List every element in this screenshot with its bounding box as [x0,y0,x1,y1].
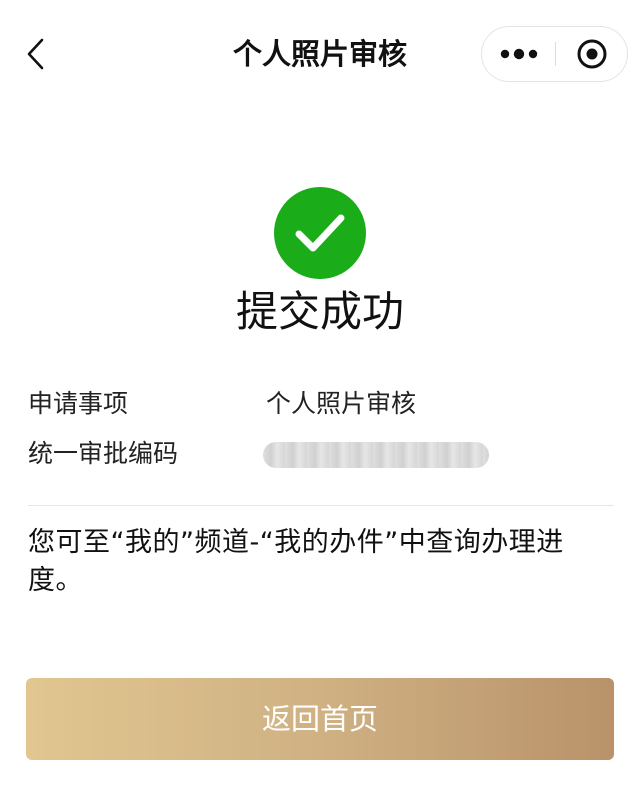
page: 个人照片审核 提交成功 申请事项 个人照片审核 统一审批编码 您可至“我的”频道… [0,0,640,797]
progress-notice: 您可至“我的”频道-“我的办件”中查询办理进度。 [28,527,564,596]
info-label: 申请事项 [28,389,129,418]
success-title: 提交成功 [235,287,404,336]
target-circle-icon [577,39,607,69]
more-button[interactable] [482,27,555,81]
info-row-code: 统一审批编码 [28,436,618,472]
close-button[interactable] [556,27,628,81]
nav-bar: 个人照片审核 [0,0,640,108]
info-label: 统一审批编码 [28,439,179,468]
return-home-button[interactable]: 返回首页 [26,678,614,760]
more-dots-icon [500,48,537,60]
blurred-approval-code [263,442,489,468]
check-circle-icon [274,187,366,279]
divider [28,505,614,506]
mini-program-capsule [481,26,628,82]
info-row-item: 申请事项 个人照片审核 [28,386,618,422]
info-value: 个人照片审核 [266,389,417,418]
